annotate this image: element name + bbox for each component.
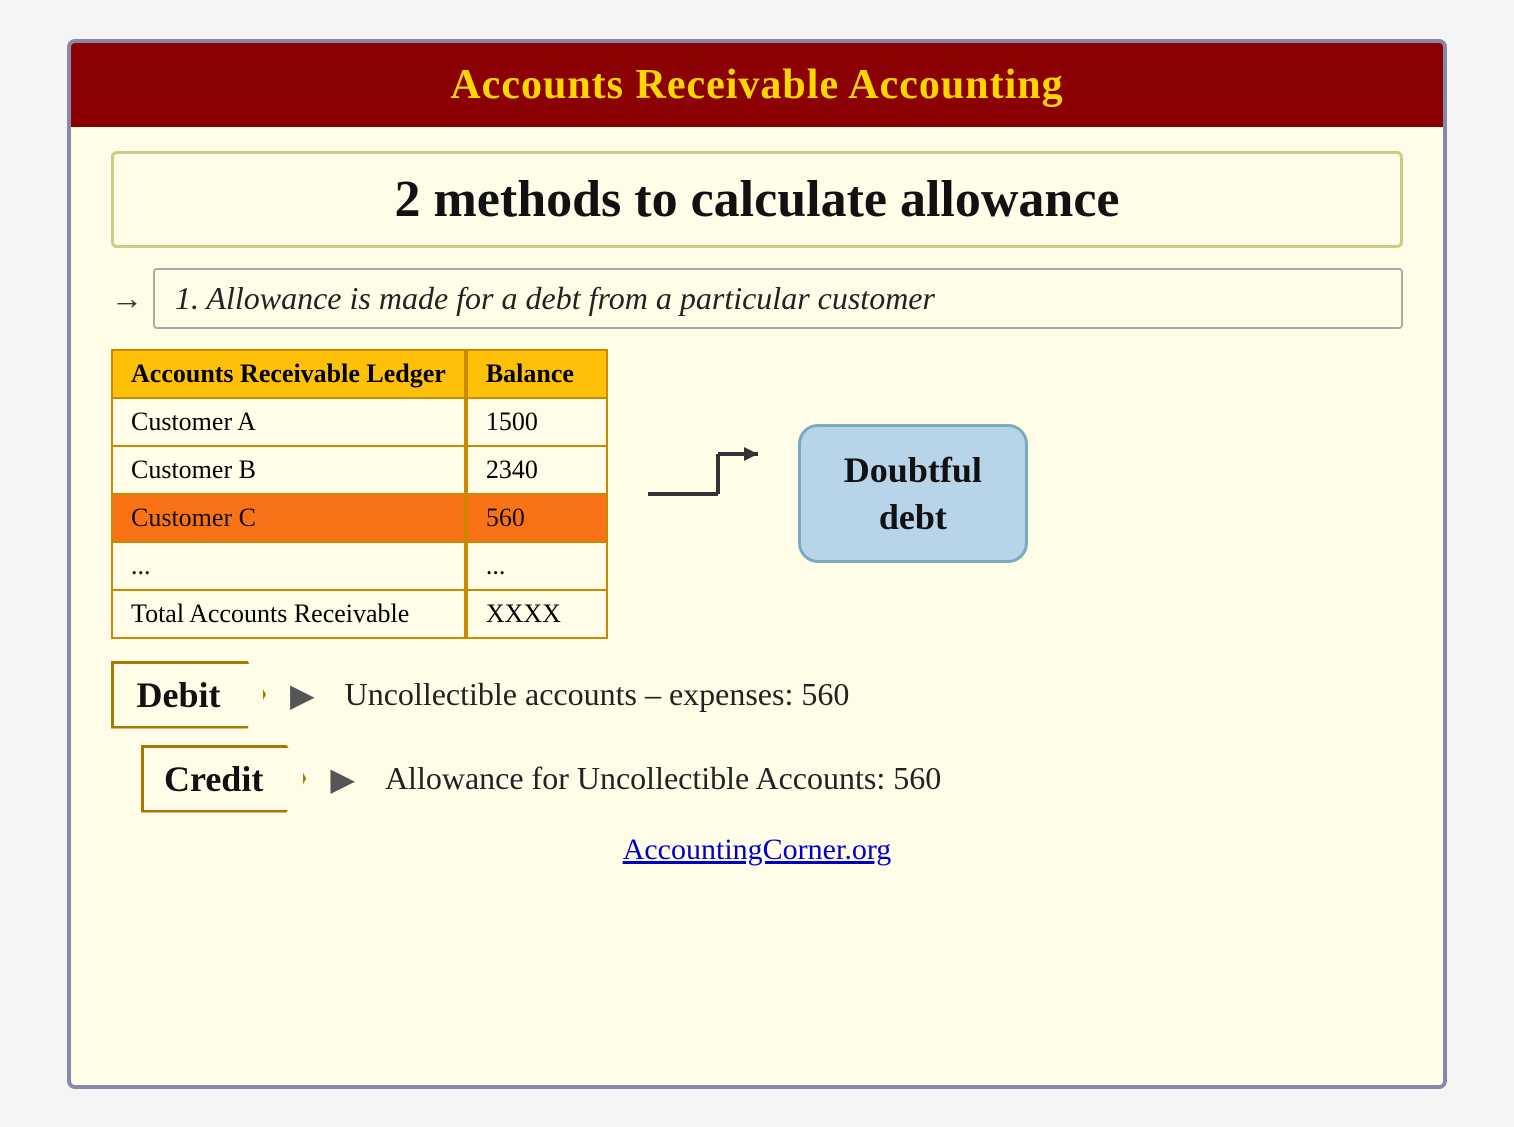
methods-box: 2 methods to calculate allowance [111, 151, 1403, 248]
slide: Accounts Receivable Accounting 2 methods… [67, 39, 1447, 1089]
table-row: XXXX [467, 590, 607, 638]
main-content: 2 methods to calculate allowance → 1. Al… [71, 127, 1443, 1085]
table-row: Customer C [112, 494, 465, 542]
table-row: 560 [467, 494, 607, 542]
table-row: 1500 [467, 398, 607, 446]
customer-c-cell: Customer C [112, 494, 465, 542]
debit-badge-wrapper: Debit [111, 661, 266, 729]
credit-arrow-icon: ▶ [330, 760, 355, 798]
balance-b-cell: 2340 [467, 446, 607, 494]
arrow-indicator: → [111, 280, 143, 317]
debit-row: Debit ▶ Uncollectible accounts – expense… [111, 661, 1403, 729]
debit-description: Uncollectible accounts – expenses: 560 [345, 676, 850, 713]
methods-title: 2 methods to calculate allowance [394, 171, 1119, 228]
customer-a-cell: Customer A [112, 398, 465, 446]
table-row: ... [112, 542, 465, 590]
website-link[interactable]: AccountingCorner.org [623, 833, 892, 866]
table-row: Customer B [112, 446, 465, 494]
tables-wrapper: Accounts Receivable Ledger Customer A Cu… [111, 349, 608, 639]
ledger-header-cell: Accounts Receivable Ledger [112, 350, 465, 398]
ledger-header-row: Accounts Receivable Ledger [112, 350, 465, 398]
table-row: Customer A [112, 398, 465, 446]
credit-description: Allowance for Uncollectible Accounts: 56… [385, 760, 941, 797]
method1-box: 1. Allowance is made for a debt from a p… [153, 268, 1403, 329]
balance-c-cell: 560 [467, 494, 607, 542]
total-cell: Total Accounts Receivable [112, 590, 465, 638]
debit-credit-section: Debit ▶ Uncollectible accounts – expense… [111, 661, 1403, 813]
customer-b-cell: Customer B [112, 446, 465, 494]
table-row: 2340 [467, 446, 607, 494]
credit-label: Credit [141, 745, 306, 813]
website-row: AccountingCorner.org [111, 833, 1403, 867]
credit-row: Credit ▶ Allowance for Uncollectible Acc… [111, 745, 1403, 813]
doubtful-debt-box: Doubtful debt [798, 424, 1028, 564]
balance-header-row: Balance [467, 350, 607, 398]
balance-dots-cell: ... [467, 542, 607, 590]
connector-arrow [648, 434, 768, 554]
doubtful-line2: debt [841, 494, 985, 541]
balance-table: Balance 1500 2340 560 ... XXXX [466, 349, 608, 639]
ledger-table: Accounts Receivable Ledger Customer A Cu… [111, 349, 466, 639]
page-title: Accounts Receivable Accounting [450, 62, 1063, 108]
balance-total-cell: XXXX [467, 590, 607, 638]
table-row: ... [467, 542, 607, 590]
ledger-section: Accounts Receivable Ledger Customer A Cu… [111, 349, 1403, 639]
method1-label: 1. Allowance is made for a debt from a p… [175, 280, 935, 316]
debit-label: Debit [111, 661, 266, 729]
header-bar: Accounts Receivable Accounting [71, 43, 1443, 127]
method1-row: → 1. Allowance is made for a debt from a… [111, 268, 1403, 329]
table-row: Total Accounts Receivable [112, 590, 465, 638]
balance-header-cell: Balance [467, 350, 607, 398]
balance-a-cell: 1500 [467, 398, 607, 446]
doubtful-line1: Doubtful [841, 447, 985, 494]
dots-cell: ... [112, 542, 465, 590]
debit-arrow-icon: ▶ [290, 676, 315, 714]
